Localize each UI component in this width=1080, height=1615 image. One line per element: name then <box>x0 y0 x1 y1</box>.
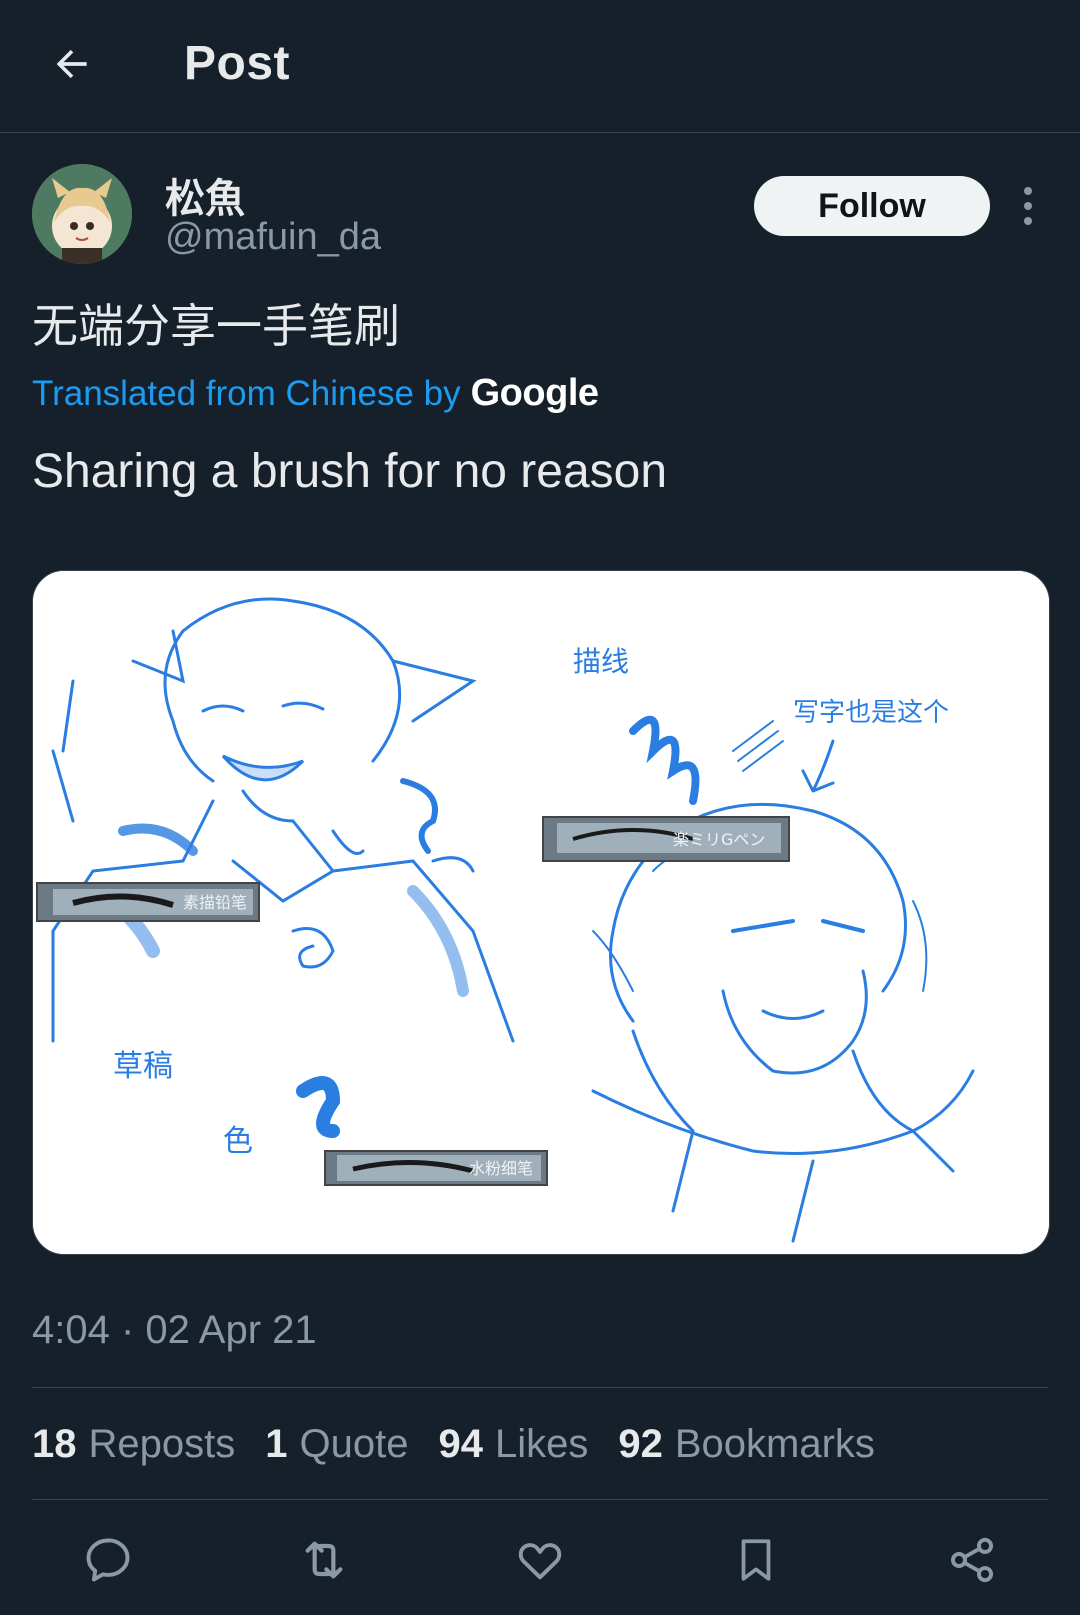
stat-count: 92 <box>618 1422 663 1466</box>
post-timestamp[interactable]: 4:04 · 02 Apr 21 <box>32 1308 317 1353</box>
stat-count: 1 <box>265 1422 288 1466</box>
stat-likes[interactable]: 94 Likes <box>438 1422 588 1467</box>
like-icon <box>518 1543 562 1580</box>
page-title: Post <box>184 37 291 90</box>
stat-count: 94 <box>438 1422 483 1466</box>
avatar[interactable] <box>32 164 132 264</box>
post-text: 无端分享一手笔刷 <box>32 299 400 353</box>
follow-button[interactable]: Follow <box>754 176 990 236</box>
media-label-draft: 草稿 <box>113 1049 173 1084</box>
top-bar: Post <box>0 0 1080 133</box>
translation-attribution[interactable]: Translated from Chinese by Google <box>32 372 599 415</box>
stat-bookmarks[interactable]: 92 Bookmarks <box>618 1422 875 1467</box>
arrow-left-icon <box>56 49 87 79</box>
translated-text: Sharing a brush for no reason <box>32 445 668 498</box>
bookmark-button[interactable] <box>724 1528 788 1592</box>
stat-count: 18 <box>32 1422 77 1466</box>
brush-name-1: 楽ミリGペン <box>673 830 765 849</box>
post-image[interactable]: 描线 写字也是这个 草稿 色 素描铅笔 楽ミリGペン 水粉细笔 <box>32 570 1050 1255</box>
brush-name-0: 素描铅笔 <box>183 893 247 912</box>
stat-label: Bookmarks <box>674 1422 875 1466</box>
stat-reposts[interactable]: 18 Reposts <box>32 1422 235 1467</box>
media-label-line-art: 描线 <box>573 645 629 678</box>
media-label-color: 色 <box>223 1124 253 1159</box>
google-logo: Google <box>470 372 599 414</box>
back-button[interactable] <box>40 32 104 96</box>
like-button[interactable] <box>508 1528 572 1592</box>
author-row: 松魚 @mafuin_da Follow <box>32 164 1048 264</box>
share-icon <box>950 1537 994 1583</box>
repost-button[interactable] <box>292 1528 356 1592</box>
action-bar <box>0 1520 1080 1600</box>
stat-label: Reposts <box>88 1422 236 1466</box>
divider <box>32 1387 1048 1388</box>
reply-button[interactable] <box>76 1528 140 1592</box>
stat-label: Likes <box>494 1422 589 1466</box>
repost-icon <box>305 1541 343 1579</box>
engagement-stats: 18 Reposts 1 Quote 94 Likes 92 Bookmarks <box>32 1422 875 1467</box>
bookmark-icon <box>741 1539 771 1581</box>
handle[interactable]: @mafuin_da <box>165 216 381 259</box>
share-button[interactable] <box>940 1528 1004 1592</box>
divider <box>32 1499 1048 1500</box>
translated-label[interactable]: Translated from Chinese by <box>32 374 461 414</box>
media-label-sketch-too: 写字也是这个 <box>793 698 949 728</box>
reply-icon <box>86 1538 130 1582</box>
stat-label: Quote <box>299 1422 409 1466</box>
brush-name-2: 水粉细笔 <box>469 1159 533 1178</box>
more-vertical-icon[interactable] <box>1014 180 1042 232</box>
stat-quotes[interactable]: 1 Quote <box>265 1422 408 1467</box>
